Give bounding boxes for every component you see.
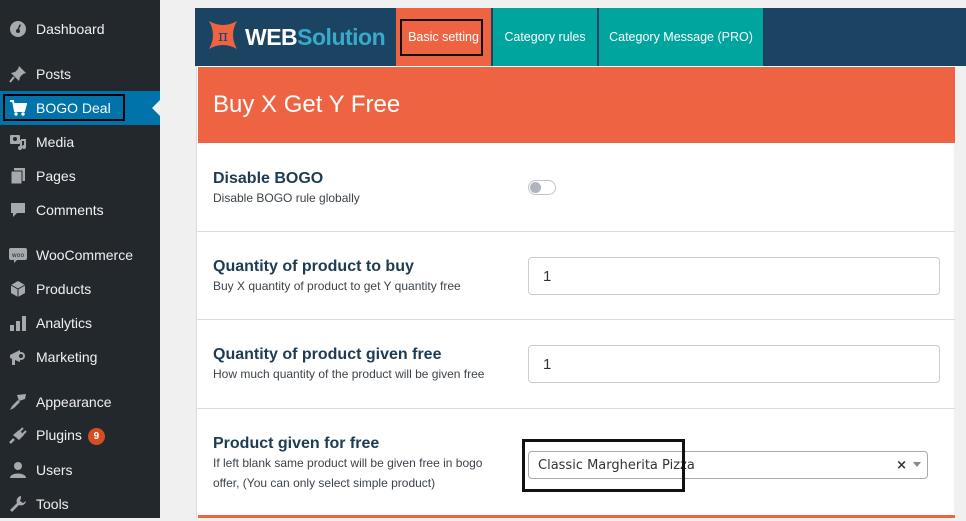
brush-icon (8, 392, 28, 412)
sidebar-item-appearance[interactable]: Appearance (0, 385, 160, 419)
sidebar-item-analytics[interactable]: Analytics (0, 306, 160, 340)
panel-title: Buy X Get Y Free (198, 67, 955, 143)
sidebar-item-comments[interactable]: Comments (0, 193, 160, 227)
websolution-logo: π WEB Solution (195, 8, 391, 66)
clear-selection-icon[interactable]: × (896, 458, 907, 473)
sidebar-item-woocommerce[interactable]: woo WooCommerce (0, 238, 160, 272)
sidebar-item-marketing[interactable]: Marketing (0, 340, 160, 374)
admin-sidebar: Dashboard Posts BOGO Deal Media Pages Co… (0, 0, 160, 518)
highlight-outline (3, 94, 125, 121)
svg-text:woo: woo (12, 252, 25, 259)
sidebar-item-media[interactable]: Media (0, 125, 160, 159)
disable-bogo-toggle[interactable] (528, 180, 556, 195)
toggle-knob (530, 182, 541, 193)
plugin-header: π WEB Solution Basic setting Category rul… (195, 8, 966, 66)
sidebar-item-plugins[interactable]: Plugins 9 (0, 419, 160, 453)
comment-icon (8, 200, 28, 220)
update-count-badge: 9 (87, 427, 105, 445)
logo-x-icon: π (205, 17, 241, 58)
sidebar-item-products[interactable]: Products (0, 272, 160, 306)
svg-text:π: π (218, 27, 228, 45)
plugins-label: Plugins 9 (36, 427, 105, 445)
tab-category-rules[interactable]: Category rules (493, 8, 597, 66)
active-menu-arrow (152, 100, 160, 116)
pin-icon (8, 64, 28, 84)
sidebar-item-tools[interactable]: Tools (0, 487, 160, 521)
highlight-outline (400, 19, 483, 56)
setting-row-quantity-given-free: Quantity of product given free How much … (197, 320, 955, 409)
woo-icon: woo (8, 245, 28, 265)
sidebar-item-users[interactable]: Users (0, 453, 160, 487)
plug-icon (8, 426, 28, 446)
bar-chart-icon (8, 313, 28, 333)
pages-icon (8, 166, 28, 186)
chevron-down-icon[interactable] (913, 462, 921, 467)
quantity-given-free-input[interactable]: 1 (528, 345, 940, 383)
media-icon (8, 132, 28, 152)
dashboard-icon (8, 19, 28, 39)
quantity-to-buy-input[interactable]: 1 (528, 257, 940, 295)
user-icon (8, 460, 28, 480)
setting-row-disable-bogo: Disable BOGO Disable BOGO rule globally (197, 144, 955, 232)
settings-panel: Buy X Get Y Free Disable BOGO Disable BO… (196, 66, 955, 518)
setting-row-product-given-free: Product given for free If left blank sam… (197, 409, 955, 515)
box-icon (8, 279, 28, 299)
tab-category-message-pro[interactable]: Category Message (PRO) (599, 8, 763, 66)
sidebar-item-posts[interactable]: Posts (0, 57, 160, 91)
megaphone-icon (8, 347, 28, 367)
highlight-outline (522, 439, 685, 492)
sidebar-item-pages[interactable]: Pages (0, 159, 160, 193)
setting-row-quantity-to-buy: Quantity of product to buy Buy X quantit… (197, 232, 955, 320)
wrench-icon (8, 494, 28, 514)
sidebar-item-dashboard[interactable]: Dashboard (0, 12, 160, 46)
